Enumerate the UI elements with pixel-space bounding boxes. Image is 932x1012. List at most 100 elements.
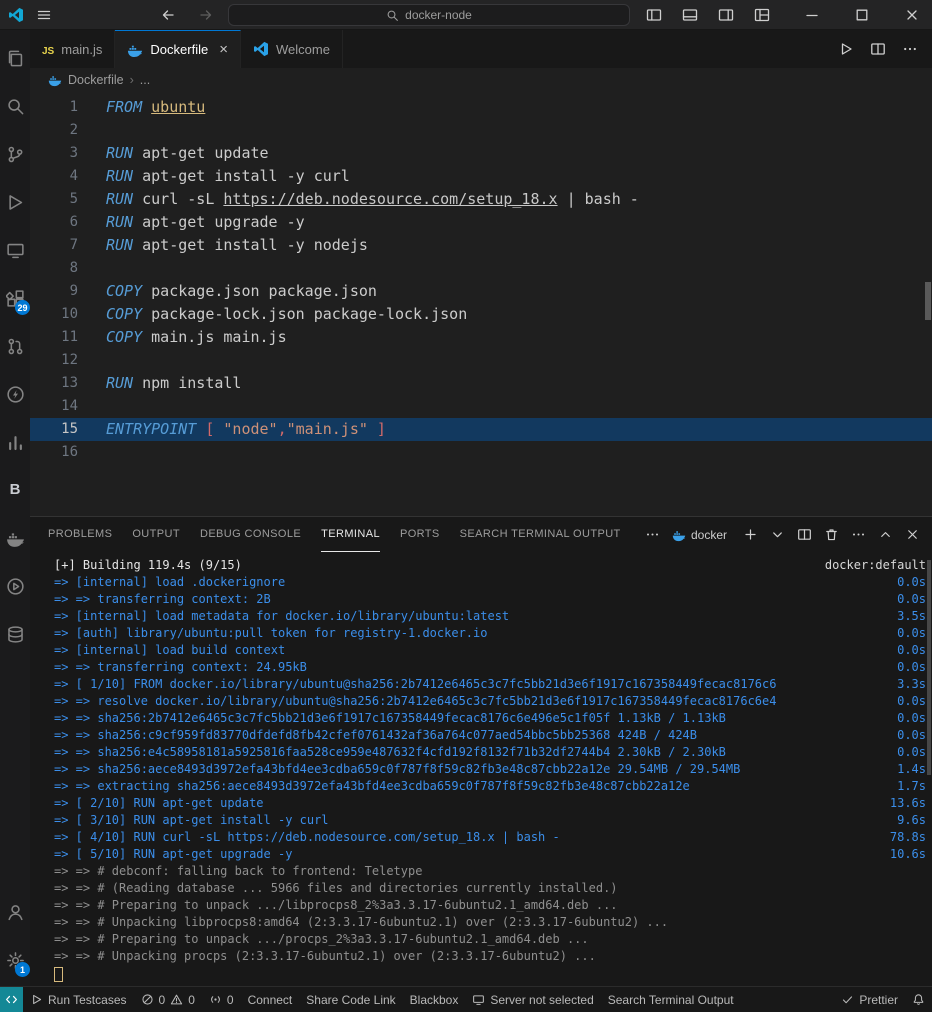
toggle-panel-icon[interactable] <box>678 3 702 27</box>
search-terminal-output[interactable]: Search Terminal Output <box>601 987 741 1012</box>
activity-profiler[interactable] <box>0 418 30 466</box>
line-number: 4 <box>69 168 78 184</box>
customize-layout-icon[interactable] <box>750 3 774 27</box>
breadcrumb-file: Dockerfile <box>68 73 124 87</box>
line-number: 11 <box>61 329 78 345</box>
broadcast-icon <box>209 993 222 1006</box>
activity-bar-bottom: 1 <box>0 888 30 984</box>
activity-explorer[interactable] <box>0 34 30 82</box>
line-number: 16 <box>61 444 78 460</box>
activity-source-control[interactable] <box>0 130 30 178</box>
status-bar: Run Testcases 0 0 0 Connect Share Code Link Bl… <box>0 986 932 1012</box>
terminal-line: => => extracting sha256:aece8493d3972efa… <box>54 779 926 793</box>
activity-docker[interactable] <box>0 514 30 562</box>
editor-scrollbar[interactable] <box>925 282 931 320</box>
forward-arrow-icon[interactable] <box>194 3 218 27</box>
code-line-13: 13 RUN npm install <box>30 372 932 395</box>
minimize-button[interactable] <box>800 3 824 27</box>
problems-indicator-count: 0 <box>188 992 195 1007</box>
activity-pull-requests[interactable] <box>0 322 30 370</box>
blackbox[interactable]: Blackbox <box>403 987 466 1012</box>
close-tab-icon[interactable]: × <box>219 42 228 57</box>
kill-terminal-icon[interactable] <box>819 523 843 547</box>
tab-main-js[interactable]: JS main.js <box>30 30 116 68</box>
activity-search[interactable] <box>0 82 30 130</box>
terminal-line: => => # debconf: falling back to fronten… <box>54 864 423 878</box>
split-editor-icon[interactable] <box>866 37 890 61</box>
code-text: RUN apt-get install -y curl <box>106 167 350 185</box>
terminal-profiles-dropdown-icon[interactable] <box>765 523 789 547</box>
run-file-icon[interactable] <box>834 37 858 61</box>
run-and-debug-icon <box>6 193 25 212</box>
panel-tab-debug-console[interactable]: DEBUG CONSOLE <box>200 517 301 552</box>
code-text: RUN apt-get upgrade -y <box>106 213 305 231</box>
prettier[interactable]: Prettier <box>834 987 905 1012</box>
code-line-16: 16 <box>30 441 932 464</box>
activity-accounts[interactable] <box>0 888 30 936</box>
search-box[interactable]: docker-node <box>228 4 630 26</box>
panel-more-tabs-icon[interactable] <box>641 523 665 547</box>
close-panel-icon[interactable] <box>900 523 924 547</box>
activity-extensions[interactable]: 29 <box>0 274 30 322</box>
terminal[interactable]: [+] Building 119.4s (9/15) docker:default… <box>30 552 932 986</box>
server-status-label: Server not selected <box>490 992 594 1007</box>
close-window-button[interactable] <box>900 3 924 27</box>
activity-blackbox[interactable]: B <box>0 466 30 514</box>
toggle-secondary-sidebar-icon[interactable] <box>714 3 738 27</box>
code-text: RUN curl -sL https://deb.nodesource.com/… <box>106 190 639 208</box>
breadcrumb-separator: › <box>129 73 134 87</box>
explorer-icon <box>6 49 25 68</box>
maximize-button[interactable] <box>850 3 874 27</box>
vscode-window: docker-node 29 B 1 JS main.js Dockerfile… <box>0 0 932 1012</box>
remote-indicator[interactable] <box>0 987 23 1012</box>
activity-thunder-client[interactable] <box>0 370 30 418</box>
breadcrumb[interactable]: Dockerfile › ... <box>30 68 932 92</box>
code-line-11: 11 COPY main.js main.js <box>30 326 932 349</box>
ports-indicator[interactable]: 0 <box>202 987 241 1012</box>
activity-code-runner[interactable] <box>0 562 30 610</box>
terminal-line: => => sha256:2b7412e6465c3c7fc5bb21d3e6f… <box>54 711 926 725</box>
titlebar: docker-node <box>0 0 932 30</box>
line-number: 3 <box>69 145 78 161</box>
split-terminal-icon[interactable] <box>792 523 816 547</box>
blackbox-icon: B <box>9 481 21 498</box>
maximize-panel-icon[interactable] <box>873 523 897 547</box>
notifications[interactable] <box>905 987 932 1012</box>
terminal-line: => => transferring context: 2B 0.0s <box>54 592 926 606</box>
panel-tab-terminal[interactable]: TERMINAL <box>321 517 380 552</box>
activity-database[interactable] <box>0 610 30 658</box>
search-icon <box>6 97 25 116</box>
share-code-link[interactable]: Share Code Link <box>299 987 402 1012</box>
panel-tab-search-terminal-output[interactable]: SEARCH TERMINAL OUTPUT <box>460 517 621 552</box>
toggle-primary-sidebar-icon[interactable] <box>642 3 666 27</box>
panel-action-icons <box>738 523 924 547</box>
activity-settings[interactable]: 1 <box>0 936 30 984</box>
menu-icon[interactable] <box>32 3 56 27</box>
terminal-line: => [ 2/10] RUN apt-get update 13.6s <box>54 796 926 810</box>
docker-icon <box>6 529 25 548</box>
tab-welcome[interactable]: Welcome <box>240 30 343 68</box>
line-number: 14 <box>61 398 78 414</box>
terminal-more-actions-icon[interactable] <box>846 523 870 547</box>
panel-tab-problems[interactable]: PROBLEMS <box>48 517 112 552</box>
activity-bar: 29 B 1 <box>0 30 30 986</box>
terminal-profile[interactable]: docker <box>672 528 727 542</box>
editor-more-actions-icon[interactable] <box>898 37 922 61</box>
connect[interactable]: Connect <box>241 987 300 1012</box>
activity-run-and-debug[interactable] <box>0 178 30 226</box>
error-icon <box>141 993 154 1006</box>
server-status[interactable]: Server not selected <box>465 987 600 1012</box>
terminal-line: => [internal] load metadata for docker.i… <box>54 609 926 623</box>
code-editor[interactable]: 1 FROM ubuntu 2 3 RUN apt-get update 4 RUN apt… <box>30 92 932 516</box>
activity-remote-explorer[interactable] <box>0 226 30 274</box>
code-line-1: 1 FROM ubuntu <box>30 96 932 119</box>
tab-dockerfile[interactable]: Dockerfile × <box>115 30 241 68</box>
problems-indicator[interactable]: 00 <box>134 987 202 1012</box>
run-testcases[interactable]: Run Testcases <box>23 987 134 1012</box>
terminal-scrollbar[interactable] <box>927 560 931 775</box>
panel-tab-ports[interactable]: PORTS <box>400 517 440 552</box>
terminal-line: => [internal] load build context 0.0s <box>54 643 926 657</box>
new-terminal-icon[interactable] <box>738 523 762 547</box>
back-arrow-icon[interactable] <box>156 3 180 27</box>
panel-tab-output[interactable]: OUTPUT <box>132 517 180 552</box>
